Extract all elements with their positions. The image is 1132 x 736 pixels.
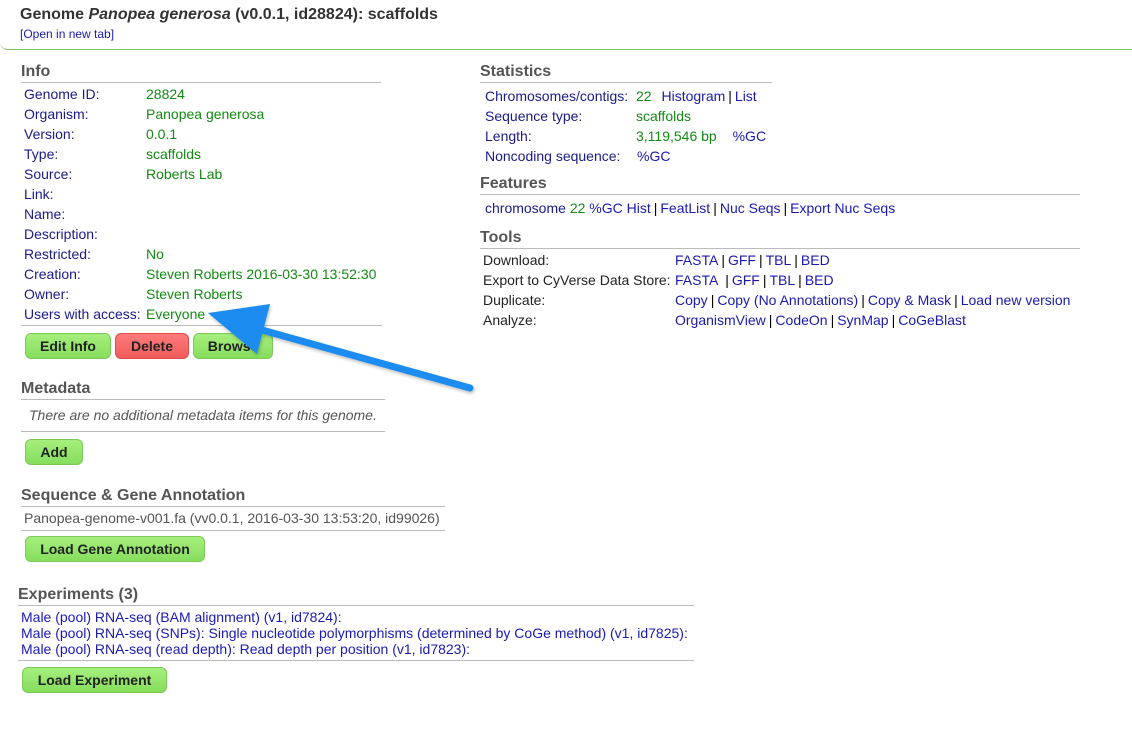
info-row-value: Steven Roberts [146,286,243,302]
experiment-link[interactable]: Male (pool) RNA-seq (BAM alignment) (v1,… [21,609,342,625]
sequence-type-value: scaffolds [636,108,691,124]
nuc-seqs-link[interactable]: Nuc Seqs [720,200,781,216]
featlist-link[interactable]: FeatList [660,200,710,216]
noncoding-gc-link[interactable]: %GC [637,148,670,164]
chromosomes-row: 22 Histogram | List [636,88,757,104]
copy-mask-link[interactable]: Copy & Mask [868,292,951,308]
list-link[interactable]: List [735,88,757,104]
copy-no-annotations-link[interactable]: Copy (No Annotations) [717,292,858,308]
features-section-title: Features [480,175,1080,195]
synmap-link[interactable]: SynMap [837,312,888,328]
download-bed-link[interactable]: BED [801,252,830,268]
info-row-label: Version: [24,126,75,142]
info-row-value: Steven Roberts 2016-03-30 13:52:30 [146,266,377,282]
codeon-link[interactable]: CodeOn [775,312,827,328]
tools-section-title: Tools [480,229,1080,249]
statistics-section-title: Statistics [480,63,772,83]
download-gff-link[interactable]: GFF [728,252,756,268]
download-tbl-link[interactable]: TBL [766,252,792,268]
load-new-version-link[interactable]: Load new version [961,292,1071,308]
page-title: Genome Panopea generosa (v0.0.1, id28824… [20,6,438,23]
cyverse-tbl-link[interactable]: TBL [769,272,795,288]
analyze-label: Analyze: [483,312,537,328]
metadata-divider [21,431,385,432]
annotation-divider [21,530,445,531]
analyze-links: OrganismView | CodeOn | SynMap | CoGeBlast [675,312,966,328]
edit-info-button[interactable]: Edit Info [25,333,111,359]
load-experiment-button[interactable]: Load Experiment [22,667,167,693]
experiments-divider [18,660,694,661]
info-row-label: Source: [24,166,73,182]
annotation-section-title: Sequence & Gene Annotation [21,487,445,507]
info-section-title: Info [21,63,381,83]
info-row-label: Genome ID: [24,86,100,102]
info-row-label: Type: [24,146,59,162]
info-row-value: 28824 [146,86,185,102]
add-metadata-button[interactable]: Add [25,439,83,465]
organismview-link[interactable]: OrganismView [675,312,766,328]
cyverse-label: Export to CyVerse Data Store: [483,272,671,288]
experiment-link[interactable]: Male (pool) RNA-seq (SNPs): Single nucle… [21,625,688,641]
download-fasta-link[interactable]: FASTA [675,252,718,268]
cyverse-fasta-link[interactable]: FASTA [675,272,718,288]
info-row-value: 0.0.1 [146,126,178,142]
chromosome-count: 22 [636,88,652,104]
info-row-label: Name: [24,206,66,222]
length-value: 3,119,546 bp [636,128,717,144]
experiment-link[interactable]: Male (pool) RNA-seq (read depth): Read d… [21,641,470,657]
feature-count: 22 [569,200,586,216]
info-row-label: Description: [24,226,98,242]
noncoding-label: Noncoding sequence: [485,148,621,164]
experiments-section-title: Experiments (3) [18,586,694,606]
info-row-label: Restricted: [24,246,91,262]
histogram-link[interactable]: Histogram [661,88,725,104]
info-row-label: Link: [24,186,54,202]
sequence-type-label: Sequence type: [485,108,583,124]
info-row-value: No [146,246,164,262]
length-row: 3,119,546 bp %GC [636,128,766,144]
info-row-label: Organism: [24,106,89,122]
chromosomes-label: Chromosomes/contigs: [485,88,629,104]
duplicate-links: Copy | Copy (No Annotations) | Copy & Mask | L… [675,292,1071,308]
info-row-value: Everyone [146,306,206,322]
export-nuc-seqs-link[interactable]: Export Nuc Seqs [790,200,895,216]
delete-button[interactable]: Delete [115,333,189,359]
cogeblast-link[interactable]: CoGeBlast [898,312,966,328]
metadata-empty-text: There are no additional metadata items f… [29,407,377,423]
info-row-label: Owner: [24,286,70,302]
annotation-file: Panopea-genome-v001.fa (vv0.0.1, 2016-03… [24,510,440,526]
gc-link[interactable]: %GC [733,128,766,144]
info-row-value: scaffolds [146,146,201,162]
length-label: Length: [485,128,532,144]
cyverse-gff-link[interactable]: GFF [732,272,760,288]
features-row: chromosome 22 %GC Hist | FeatList | Nuc Seqs… [485,200,896,216]
copy-link[interactable]: Copy [675,292,708,308]
info-row-value: Panopea generosa [146,106,265,122]
info-divider [21,325,382,326]
load-gene-annotation-button[interactable]: Load Gene Annotation [25,536,205,562]
cyverse-links: FASTA | GFF | TBL | BED [675,272,834,288]
gc-hist-link[interactable]: %GC Hist [589,200,650,216]
open-in-new-tab-link[interactable]: [Open in new tab] [20,27,114,41]
browse-button[interactable]: Browse [193,333,273,359]
page-header: Genome Panopea generosa (v0.0.1, id28824… [0,0,1132,50]
metadata-section-title: Metadata [21,380,385,400]
info-row-label: Users with access: [24,306,141,322]
download-links: FASTA | GFF | TBL | BED [675,252,830,268]
cyverse-bed-link[interactable]: BED [805,272,834,288]
duplicate-label: Duplicate: [483,292,546,308]
info-row-label: Creation: [24,266,81,282]
info-row-value: Roberts Lab [146,166,223,182]
feature-name: chromosome [485,200,566,216]
download-label: Download: [483,252,550,268]
